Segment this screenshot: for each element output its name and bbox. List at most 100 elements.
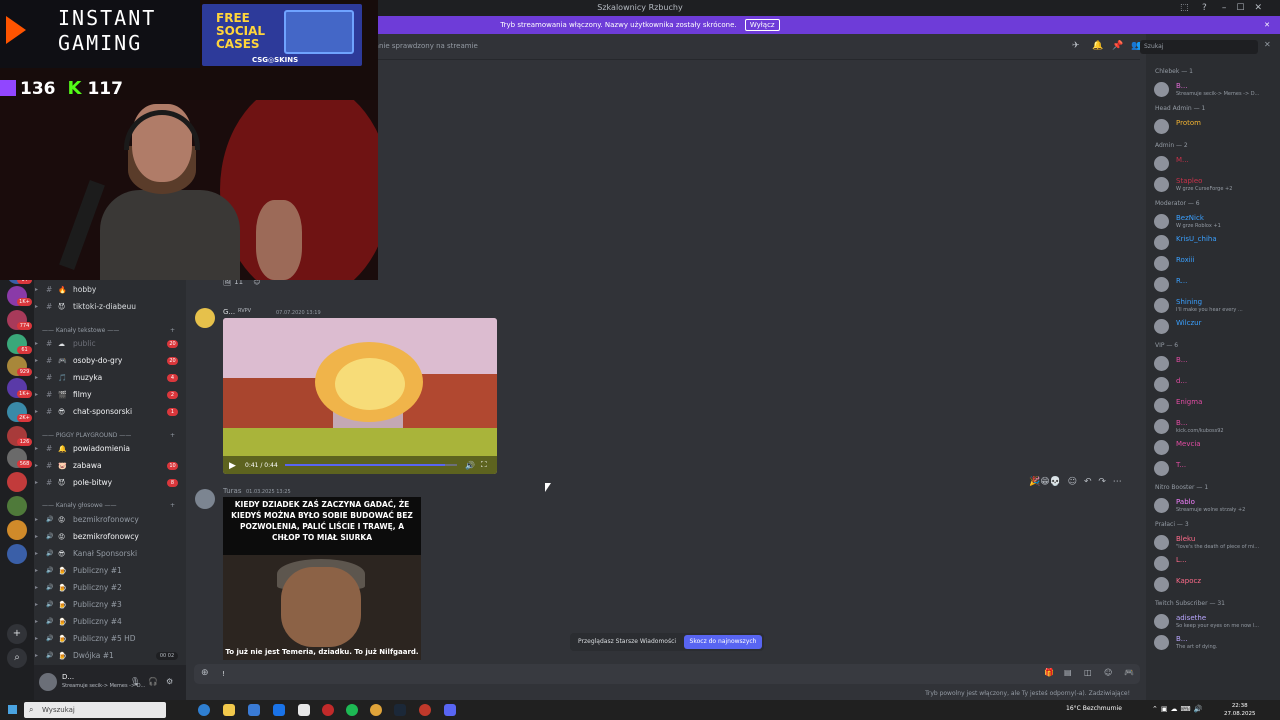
chevron-right-icon[interactable]: ▸ — [35, 476, 38, 490]
pin-icon[interactable]: 📌 — [1112, 41, 1123, 51]
fullscreen-icon[interactable]: ⛶ — [481, 460, 487, 470]
chevron-right-icon[interactable]: ▸ — [35, 354, 38, 368]
play-icon[interactable]: ▶ — [229, 461, 236, 471]
channel-zabawa[interactable]: ▸ # 🐷 zabawa 10 — [34, 459, 186, 473]
outlook-icon[interactable] — [273, 704, 285, 716]
add-attachment-icon[interactable]: ⊕ — [201, 668, 209, 678]
app-icon[interactable] — [419, 704, 431, 716]
close-icon[interactable]: ✕ — [1264, 40, 1271, 49]
search-input[interactable]: Szukaj — [1140, 40, 1258, 54]
gear-icon[interactable]: ⚙ — [166, 677, 173, 686]
bell-icon[interactable]: 🔔 — [1092, 41, 1103, 51]
meme-image[interactable]: KIEDY DZIADEK ZAŚ ZACZYNA GADAĆ, ŻE KIED… — [223, 497, 421, 660]
video-progress-bar[interactable] — [285, 464, 457, 466]
channel-osoby-do-gry[interactable]: ▸ # 🎮 osoby-do-gry 20 — [34, 354, 186, 368]
chevron-right-icon[interactable]: ▸ — [35, 615, 38, 629]
channel-publiczny-1[interactable]: ▸ 🔊 🍺 Publiczny #1 — [34, 564, 186, 578]
channel-bezmikrofonowcy[interactable]: ▸ 🔊 😡 bezmikrofonowcy — [34, 513, 186, 527]
steam-icon[interactable] — [394, 704, 406, 716]
taskbar-clock[interactable]: 22:38 27.08.2025 — [1224, 702, 1256, 718]
channel-muzyka[interactable]: ▸ # 🎵 muzyka 4 — [34, 371, 186, 385]
windows-start-icon[interactable] — [8, 705, 17, 714]
discover-icon[interactable]: ⌕ — [7, 648, 27, 668]
chevron-right-icon[interactable]: ▸ — [35, 300, 38, 314]
more-icon[interactable]: ⋯ — [1113, 477, 1122, 487]
add-channel-icon[interactable]: + — [170, 432, 175, 439]
channel-chat-sponsorski[interactable]: ▸ # 😎 chat-sponsorski 1 — [34, 405, 186, 419]
message-author[interactable]: G... — [223, 308, 235, 316]
member-item[interactable]: Roxiii — [1154, 254, 1280, 274]
channel-kana-sponsorski[interactable]: ▸ 🔊 😎 Kanał Sponsorski — [34, 547, 186, 561]
chevron-right-icon[interactable]: ▸ — [35, 530, 38, 544]
video-player[interactable]: ▶ 0:41 / 0:44 🔊 ⛶ — [223, 318, 497, 474]
threads-icon[interactable]: ✈ — [1072, 41, 1080, 51]
channel-category[interactable]: —— Kanały tekstowe —— + — [42, 327, 175, 334]
server-icon[interactable] — [7, 472, 27, 492]
avatar[interactable] — [195, 489, 215, 509]
headphones-icon[interactable]: 🎧 — [148, 677, 158, 686]
forward-icon[interactable]: ↷ — [1098, 477, 1106, 487]
store-icon[interactable] — [248, 704, 260, 716]
disable-streamer-mode-button[interactable]: Wyłącz — [744, 19, 780, 31]
chevron-right-icon[interactable]: ▸ — [35, 547, 38, 561]
chevron-right-icon[interactable]: ▸ — [35, 513, 38, 527]
chevron-right-icon[interactable]: ▸ — [35, 371, 38, 385]
chevron-right-icon[interactable]: ▸ — [35, 337, 38, 351]
server-icon[interactable] — [7, 520, 27, 540]
chevron-right-icon[interactable]: ▸ — [35, 564, 38, 578]
gift-icon[interactable]: 🎁 — [1044, 668, 1054, 677]
notepad-icon[interactable] — [298, 704, 310, 716]
chevron-right-icon[interactable]: ▸ — [35, 405, 38, 419]
weather-widget[interactable]: 16°C Bezchmurnie — [1066, 705, 1122, 712]
channel-tiktoki-z-diabeuu[interactable]: ▸ # 😈 tiktoki-z-diabeuu — [34, 300, 186, 314]
chrome-icon[interactable] — [370, 704, 382, 716]
chevron-right-icon[interactable]: ▸ — [35, 442, 38, 456]
reaction-emoji[interactable]: 🎉😁💀 — [1029, 477, 1061, 487]
add-channel-icon[interactable]: + — [170, 502, 175, 509]
member-item[interactable]: Wilczur — [1154, 317, 1280, 337]
microphone-icon[interactable]: 🎙 — [130, 677, 140, 686]
add-server-icon[interactable]: + — [7, 624, 27, 644]
sticker-icon[interactable]: ◫ — [1084, 668, 1092, 677]
member-item[interactable]: Pablo Streamuje wolne strzały +2 — [1154, 496, 1280, 516]
member-item[interactable]: Enigma — [1154, 396, 1280, 416]
gif-icon[interactable]: ▤ — [1064, 668, 1072, 677]
channel-publiczny-4[interactable]: ▸ 🔊 🍺 Publiczny #4 — [34, 615, 186, 629]
opera-icon[interactable] — [322, 704, 334, 716]
member-item[interactable]: d... — [1154, 375, 1280, 395]
member-item[interactable]: Protom — [1154, 117, 1280, 137]
window-controls[interactable]: –☐✕ — [1222, 0, 1272, 16]
system-tray-icons[interactable]: ⌃▣☁⌨🔊 — [1152, 705, 1205, 713]
add-channel-icon[interactable]: + — [170, 327, 175, 334]
channel-pole-bitwy[interactable]: ▸ # 😈 pole-bitwy 8 — [34, 476, 186, 490]
member-item[interactable]: B... Streamuje secik-> Memes -> D... — [1154, 80, 1280, 100]
spotify-icon[interactable] — [346, 704, 358, 716]
channel-dw-jka-1[interactable]: ▸ 🔊 🍺 Dwójka #1 00 02 — [34, 649, 186, 663]
channel-public[interactable]: ▸ # ☁ public 20 — [34, 337, 186, 351]
member-item[interactable]: Bleku "love's the death of piece of mi... — [1154, 533, 1280, 553]
chevron-right-icon[interactable]: ▸ — [35, 388, 38, 402]
chevron-right-icon[interactable]: ▸ — [35, 598, 38, 612]
channel-publiczny-5-hd[interactable]: ▸ 🔊 🍺 Publiczny #5 HD — [34, 632, 186, 646]
reply-icon[interactable]: ↶ — [1084, 477, 1092, 487]
message-input[interactable] — [222, 667, 1022, 681]
inbox-icon[interactable]: ⬚ — [1180, 0, 1189, 16]
member-item[interactable]: B... kick.com/kuboss92 — [1154, 417, 1280, 437]
jump-to-present-button[interactable]: Skocz do najnowszych — [684, 635, 762, 649]
message-author[interactable]: Turas — [223, 487, 241, 495]
add-reaction-icon[interactable]: ☺ — [1068, 477, 1077, 487]
help-icon[interactable]: ? — [1202, 0, 1207, 16]
server-icon[interactable] — [7, 496, 27, 516]
member-item[interactable]: Shining I'll make you hear every ... — [1154, 296, 1280, 316]
discord-icon[interactable] — [444, 704, 456, 716]
member-item[interactable]: T... — [1154, 459, 1280, 479]
member-item[interactable]: Stapleo W grze CurseForge +2 — [1154, 175, 1280, 195]
server-icon[interactable] — [7, 544, 27, 564]
channel-filmy[interactable]: ▸ # 🎬 filmy 2 — [34, 388, 186, 402]
channel-category[interactable]: —— PIGGY PLAYGROUND —— + — [42, 432, 175, 439]
chevron-right-icon[interactable]: ▸ — [35, 581, 38, 595]
avatar[interactable] — [195, 308, 215, 328]
channel-bezmikrofonowcy[interactable]: ▸ 🔊 😡 bezmikrofonowcy — [34, 530, 186, 544]
member-item[interactable]: Mevcia — [1154, 438, 1280, 458]
channel-hobby[interactable]: ▸ # 🔥 hobby — [34, 283, 186, 297]
